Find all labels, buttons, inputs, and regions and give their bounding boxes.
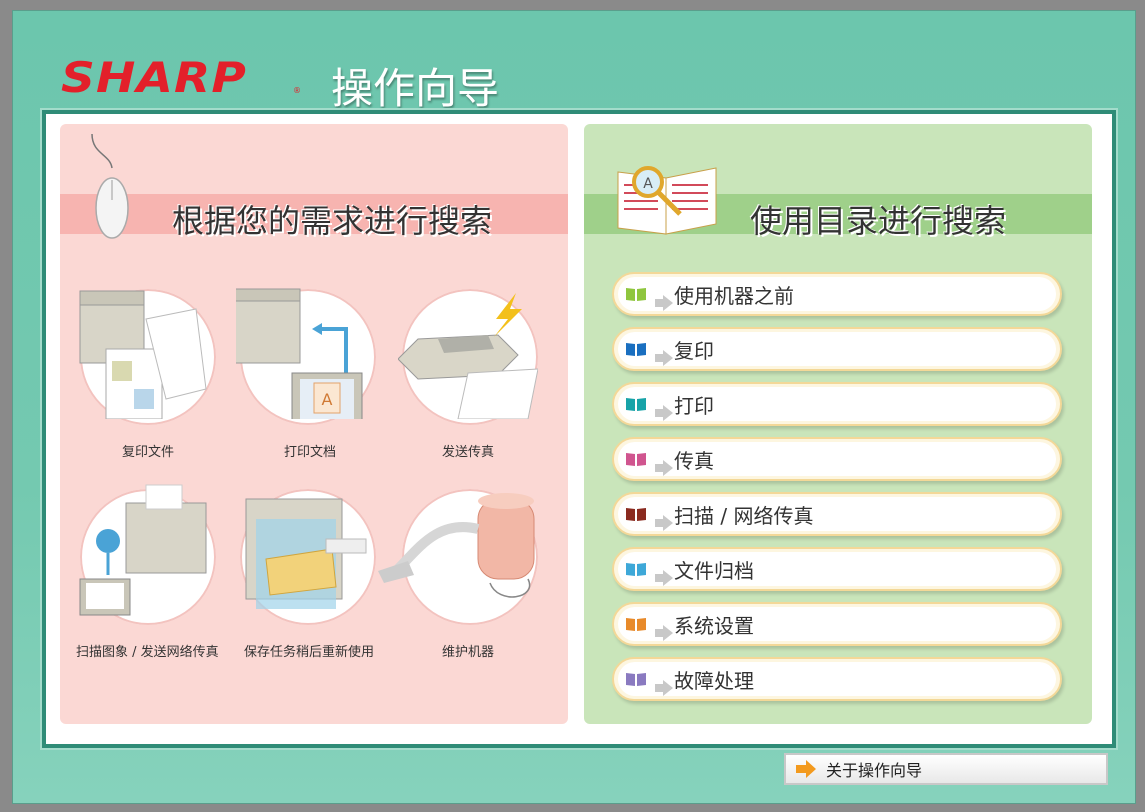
book-icon [624, 282, 648, 306]
book-icon [624, 447, 648, 471]
scene-label-scan: 扫描图象 / 发送网络传真 [76, 645, 219, 660]
document-filing-icon [245, 498, 367, 609]
search-by-needs-panel: 根据您的需求进行搜索 复印文件 A 打印文档 发送传真 扫描图象 / 发送网络传… [60, 124, 568, 724]
contents-item-4[interactable]: 传真 [612, 437, 1062, 481]
contents-item-label: 文件归档 [674, 558, 754, 583]
scan-icon [79, 484, 207, 616]
contents-item-2[interactable]: 复印 [612, 327, 1062, 371]
scene-copy[interactable]: 复印文件 [76, 279, 216, 460]
book-icon [624, 502, 648, 526]
left-panel-title: 根据您的需求进行搜索 [172, 202, 493, 240]
contents-item-8[interactable]: 故障处理 [612, 657, 1062, 701]
contents-item-label: 复印 [674, 338, 714, 363]
right-panel-title: 使用目录进行搜索 [750, 202, 1007, 240]
about-guide-label: 关于操作向导 [826, 761, 923, 780]
scene-label-fax: 发送传真 [442, 445, 495, 460]
book-icon [624, 667, 648, 691]
svg-text:A: A [643, 176, 653, 192]
contents-item-label: 传真 [674, 448, 714, 473]
arrow-right-icon [796, 760, 816, 778]
book-icon [624, 392, 648, 416]
mouse-icon [91, 134, 129, 239]
scene-fax[interactable]: 发送传真 [398, 279, 538, 460]
page-title: 操作向导 [331, 64, 500, 113]
registered-mark: ® [293, 86, 301, 95]
contents-item-3[interactable]: 打印 [612, 382, 1062, 426]
sharp-logo: SHARP [61, 53, 247, 102]
scene-label-copy: 复印文件 [122, 445, 175, 460]
contents-item-label: 扫描 / 网络传真 [674, 503, 814, 528]
vacuum-icon [378, 493, 535, 598]
scene-maintenance[interactable]: 维护机器 [378, 479, 538, 660]
scene-label-maintenance: 维护机器 [442, 645, 495, 660]
contents-item-label: 系统设置 [674, 613, 754, 638]
scene-scan[interactable]: 扫描图象 / 发送网络传真 [76, 479, 219, 660]
about-guide-button[interactable]: 关于操作向导 [784, 753, 1108, 785]
printer-pc-icon: A [236, 288, 363, 419]
contents-item-label: 使用机器之前 [674, 283, 794, 308]
contents-item-6[interactable]: 文件归档 [612, 547, 1062, 591]
contents-item-label: 故障处理 [674, 668, 754, 693]
contents-item-5[interactable]: 扫描 / 网络传真 [612, 492, 1062, 536]
book-icon [624, 612, 648, 636]
copier-icon [79, 290, 207, 419]
book-icon [624, 557, 648, 581]
book-magnifier-icon: A [617, 166, 717, 235]
scene-print[interactable]: A 打印文档 [236, 279, 376, 460]
scene-label-document-filing: 保存任务稍后重新使用 [244, 645, 375, 660]
contents-item-label: 打印 [674, 393, 714, 418]
content-area: 根据您的需求进行搜索 复印文件 A 打印文档 发送传真 扫描图象 / 发送网络传… [42, 110, 1116, 748]
svg-text:A: A [322, 390, 333, 409]
fax-icon [398, 293, 538, 419]
scene-label-print: 打印文档 [284, 445, 337, 460]
scene-document-filing[interactable]: 保存任务稍后重新使用 [236, 479, 376, 660]
contents-item-7[interactable]: 系统设置 [612, 602, 1062, 646]
book-icon [624, 337, 648, 361]
contents-item-1[interactable]: 使用机器之前 [612, 272, 1062, 316]
